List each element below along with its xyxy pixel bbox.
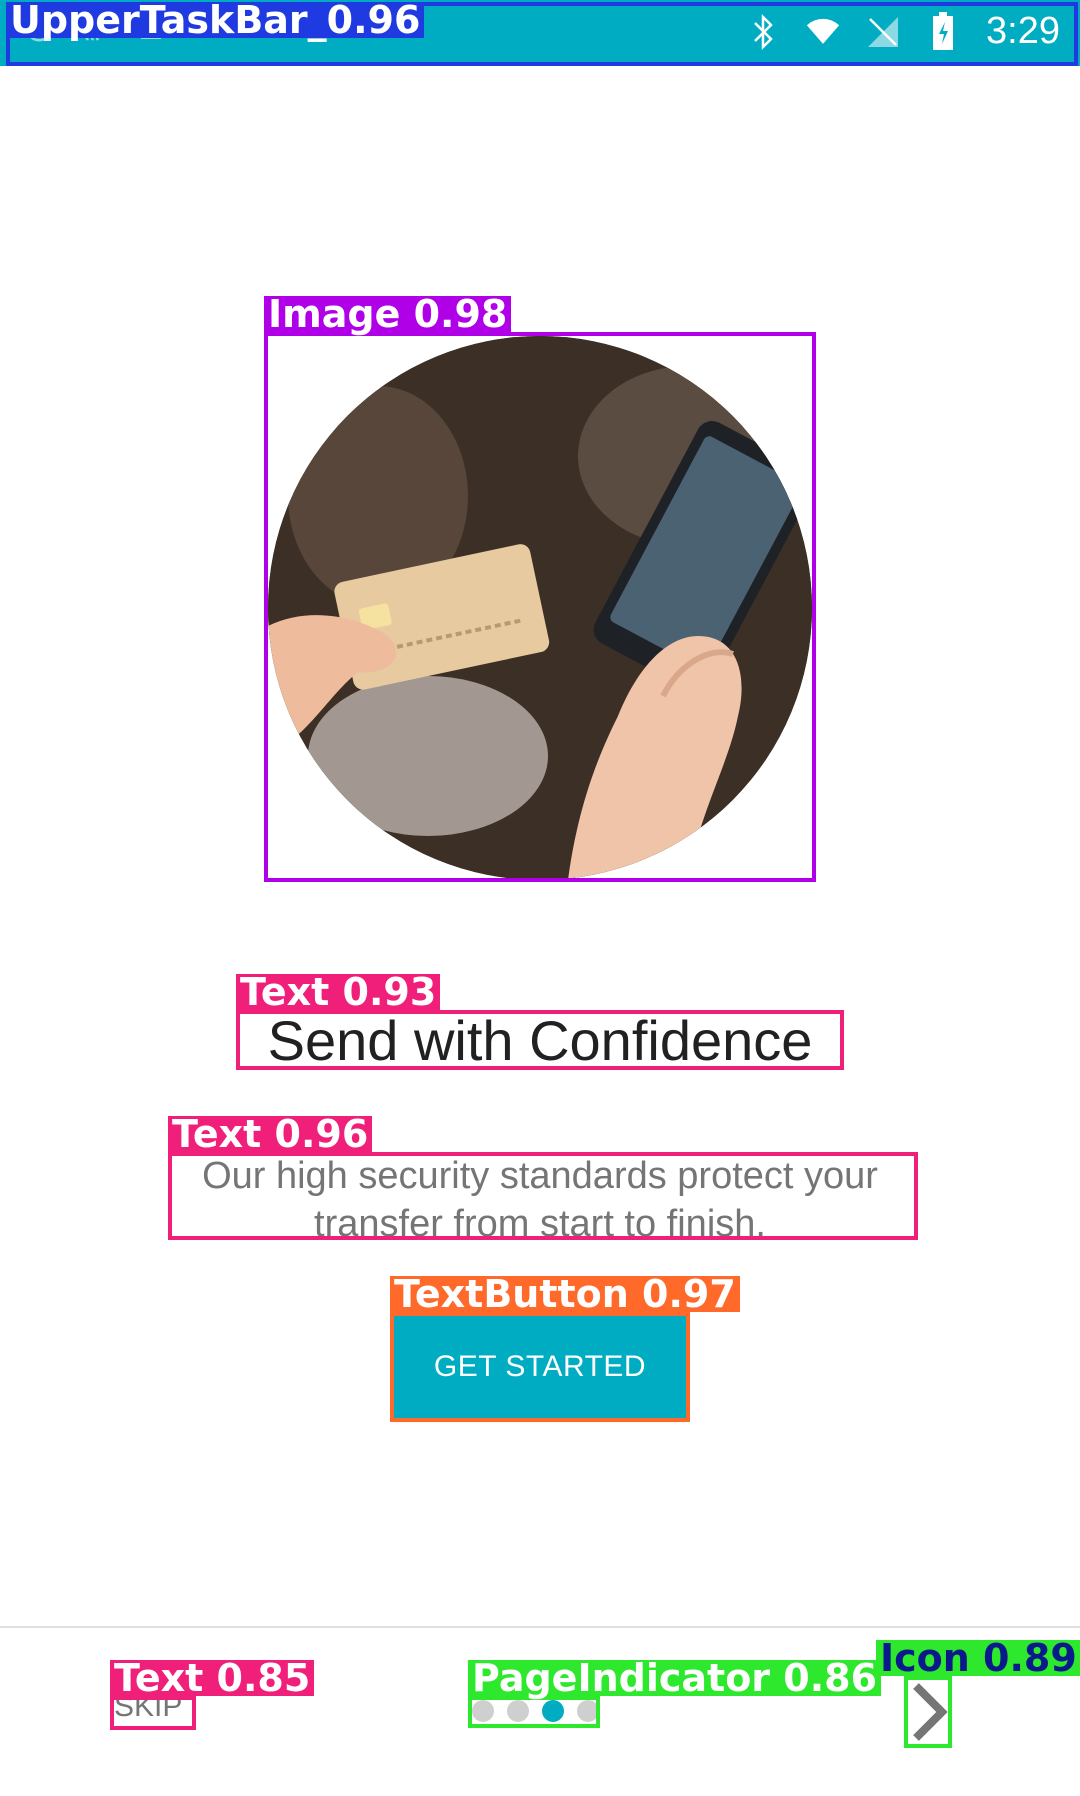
annotation-page-indicator: PageIndicator 0.86 [468,1659,882,1728]
annotation-skip-text: Text 0.85 [110,1659,315,1730]
annotation-label: Icon 0.89 [876,1639,1080,1677]
annotation-label: PageIndicator 0.86 [468,1659,882,1697]
annotation-label: UpperTaskBar_0.96 [6,1,425,39]
annotation-body-text: Text 0.96 [168,1115,918,1240]
annotation-text-button: TextButton 0.97 [390,1275,740,1422]
annotation-icon: Icon 0.89 [876,1639,1080,1748]
annotation-image: Image 0.98 [264,295,816,882]
annotation-label: Text 0.93 [236,973,441,1011]
annotation-upper-task-bar: UpperTaskBar_0.96 [6,1,1078,66]
annotation-label: Text 0.96 [168,1115,373,1153]
annotation-label: Text 0.85 [110,1659,315,1697]
annotation-label: TextButton 0.97 [390,1275,740,1313]
annotation-title-text: Text 0.93 [236,973,844,1070]
annotation-label: Image 0.98 [264,295,512,333]
